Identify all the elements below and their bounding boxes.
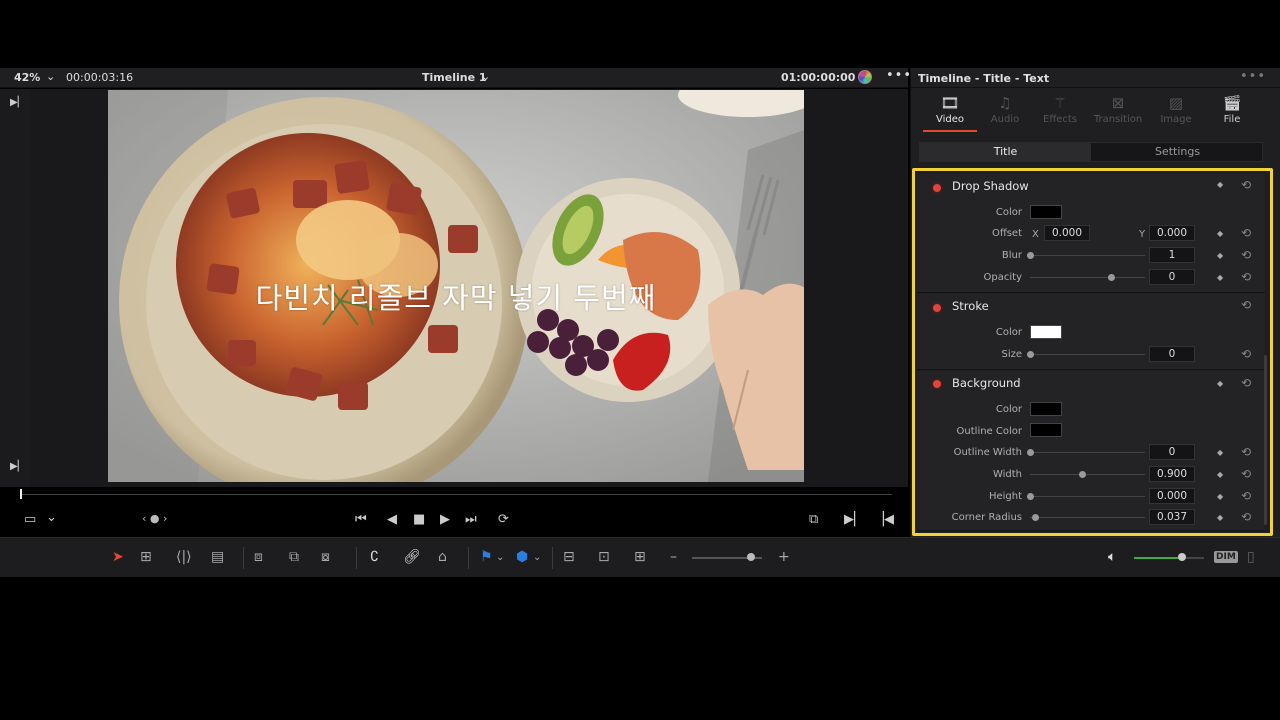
more-options-icon[interactable]: ••• (886, 68, 912, 83)
timeline-toolbar: ➤ ⊞ ⟨|⟩ ▤ ⧈ ⧉ ⧇ ∁ 🔗︎ ⌂ ⚑ ⌄ ⬢ ⌄ ⊟ ⊡ ⊞ – +… (0, 537, 1280, 577)
tab-label: Audio (990, 114, 1020, 125)
insert-clip-icon[interactable]: ⧈ (254, 549, 263, 565)
skip-to-start-icon[interactable]: ⏮ (355, 512, 367, 527)
marker-icon[interactable]: ⬢ (516, 549, 528, 565)
more-options-icon[interactable]: ••• (1240, 69, 1266, 84)
chevron-down-icon[interactable]: ⌄ (481, 70, 490, 83)
subtitle-text[interactable]: 다빈치 리졸브 자막 넣기 두번째 (108, 275, 804, 317)
separator (552, 547, 553, 569)
file-icon: 🎬︎ (1222, 94, 1242, 112)
play-icon[interactable]: ▶ (440, 512, 450, 527)
jog-control-icon[interactable]: ‹ ● › (142, 512, 167, 525)
inspector-subtabs: Title Settings (919, 142, 1263, 162)
transition-icon: ⊠ (1111, 94, 1125, 112)
lock-icon[interactable]: ⌂ (438, 549, 447, 565)
tab-effects[interactable]: ⚚ Effects (1032, 94, 1088, 125)
inspector-header: Timeline - Title - Text ••• (911, 68, 1280, 88)
chevron-down-icon[interactable]: ⌄ (533, 552, 541, 563)
wand-icon: ⚚ (1053, 94, 1067, 112)
separator (243, 547, 244, 569)
film-icon: 🎞︎ (940, 94, 960, 112)
video-frame[interactable]: 다빈치 리졸브 자막 넣기 두번째 (108, 90, 804, 482)
highlight-box (912, 168, 1273, 536)
color-viewer-icon[interactable] (858, 70, 872, 84)
expand-left-bottom-icon[interactable]: ▶▏ (10, 461, 25, 472)
viewer-sidebar: ▶▏ ▶▏ (0, 89, 30, 487)
zoom-slider-knob[interactable] (747, 553, 755, 561)
volume-icon[interactable]: 🔈︎ (1108, 549, 1116, 565)
stop-icon[interactable]: ■ (413, 512, 425, 527)
subtab-title[interactable]: Title (920, 143, 1091, 161)
tab-label: Effects (1043, 114, 1077, 125)
tab-transition[interactable]: ⊠ Transition (1090, 94, 1146, 125)
blade-tool-icon[interactable]: ▤ (211, 549, 224, 565)
replace-clip-icon[interactable]: ⧇ (321, 549, 330, 565)
tab-video[interactable]: 🎞︎ Video (922, 94, 978, 125)
match-frame-icon[interactable]: ⧉ (809, 512, 818, 527)
loop-icon[interactable]: ⟳ (498, 512, 509, 527)
tab-label: Transition (1093, 114, 1143, 125)
tab-label: Video (935, 114, 965, 125)
overwrite-clip-icon[interactable]: ⧉ (289, 549, 299, 565)
link-icon[interactable]: 🔗︎ (403, 549, 421, 565)
tab-file[interactable]: 🎬︎ File (1204, 94, 1260, 125)
tab-label: File (1223, 114, 1241, 125)
separator (356, 547, 357, 569)
selection-tool-icon[interactable]: ➤ (112, 549, 124, 565)
timeline-name[interactable]: Timeline 1 (422, 71, 487, 84)
tab-label: Image (1160, 114, 1192, 125)
skip-to-end-icon[interactable]: ⏭ (465, 512, 477, 527)
viewer-header: 42% ⌄ 00:00:03:16 Timeline 1 ⌄ 01:00:00:… (0, 68, 911, 88)
zoom-full-icon[interactable]: ⊟ (563, 549, 575, 565)
mark-out-icon[interactable]: ▕◀ (874, 512, 894, 527)
transport-controls: ▭ ⌄ ‹ ● › ⏮ ◀ ■ ▶ ⏭ ⟳ ⧉ ▶▏ ▕◀ (0, 506, 908, 534)
subtab-settings[interactable]: Settings (1092, 143, 1263, 161)
music-icon: ♫ (998, 94, 1012, 112)
dim-button[interactable]: DIM (1214, 551, 1238, 563)
tab-audio[interactable]: ♫ Audio (977, 94, 1033, 125)
snapping-icon[interactable]: ∁ (370, 549, 379, 565)
image-icon: ▨ (1168, 94, 1184, 112)
expand-left-icon[interactable]: ▶▏ (10, 97, 25, 108)
dynamic-trim-icon[interactable]: ⟨|⟩ (176, 549, 192, 565)
zoom-detail-icon[interactable]: ⊡ (598, 549, 610, 565)
mark-in-icon[interactable]: ▶▏ (844, 512, 864, 527)
viewer-mode-icon[interactable]: ▭ (24, 512, 36, 527)
scrub-bar[interactable] (20, 494, 892, 495)
play-reverse-icon[interactable]: ◀ (387, 512, 397, 527)
zoom-out-icon[interactable]: – (670, 549, 677, 565)
zoom-in-icon[interactable]: + (778, 549, 790, 565)
clip-timecode: 00:00:03:16 (66, 71, 134, 84)
trim-tool-icon[interactable]: ⊞ (140, 549, 152, 565)
zoom-custom-icon[interactable]: ⊞ (634, 549, 646, 565)
chevron-down-icon[interactable]: ⌄ (46, 70, 55, 83)
tab-image[interactable]: ▨ Image (1148, 94, 1204, 125)
separator (468, 547, 469, 569)
chevron-down-icon[interactable]: ⌄ (46, 510, 57, 525)
active-tab-indicator (923, 130, 977, 132)
playhead[interactable] (20, 489, 22, 499)
inspector-tabs: 🎞︎ Video ♫ Audio ⚚ Effects ⊠ Transition … (911, 90, 1280, 132)
volume-slider-knob[interactable] (1178, 553, 1186, 561)
meter-icon[interactable]: ▯ (1247, 549, 1255, 565)
chevron-down-icon[interactable]: ⌄ (496, 552, 504, 563)
timeline-timecode: 01:00:00:00 (781, 71, 856, 84)
inspector-title: Timeline - Title - Text (918, 72, 1050, 85)
zoom-level[interactable]: 42% (14, 71, 40, 84)
volume-level (1134, 557, 1182, 559)
flag-icon[interactable]: ⚑ (480, 549, 493, 565)
